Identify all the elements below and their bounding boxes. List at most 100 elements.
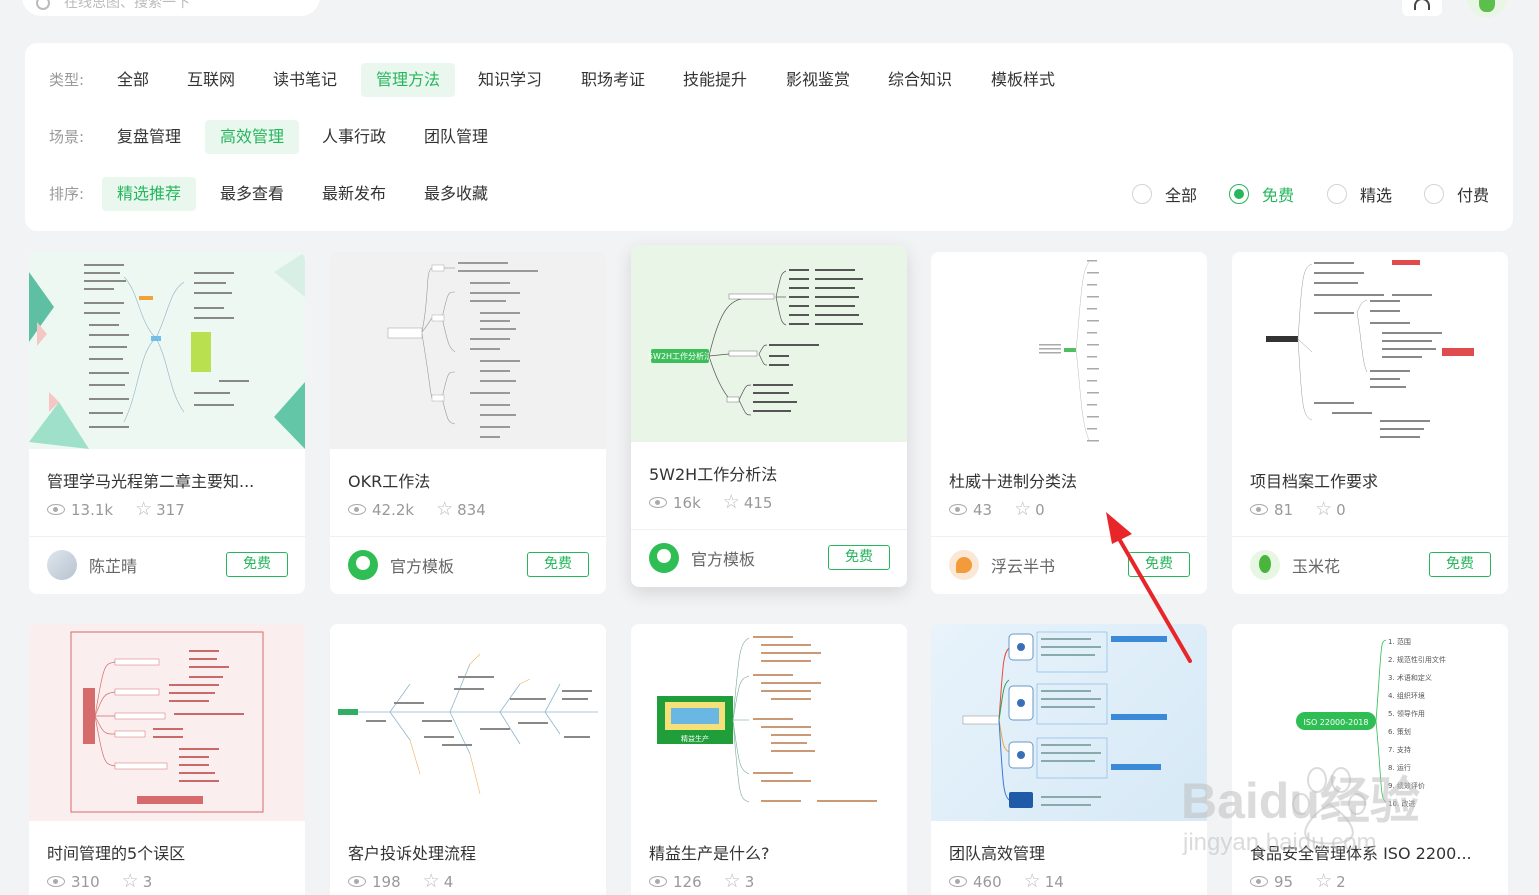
- template-card[interactable]: 客户投诉处理流程 198 ☆ 4: [330, 624, 606, 895]
- sort-chip-featured[interactable]: 精选推荐: [102, 177, 197, 211]
- scene-chip-team[interactable]: 团队管理: [409, 120, 503, 154]
- mindmap-thumbnail: [1232, 252, 1508, 449]
- sort-chip-most-favorited[interactable]: 最多收藏: [409, 177, 503, 211]
- card-title[interactable]: 5W2H工作分析法: [649, 461, 889, 485]
- type-chip-template-style[interactable]: 模板样式: [976, 63, 1070, 97]
- view-count: 42.2k: [372, 500, 415, 519]
- type-chip-management[interactable]: 管理方法: [361, 63, 456, 97]
- card-title[interactable]: 项目档案工作要求: [1250, 468, 1490, 492]
- card-title[interactable]: 团队高效管理: [949, 840, 1189, 864]
- free-badge[interactable]: 免费: [1128, 552, 1190, 577]
- eye-icon: [348, 876, 366, 887]
- card-title[interactable]: 精益生产是什么?: [649, 840, 889, 864]
- card-author[interactable]: 官方模板: [348, 550, 454, 580]
- bell-icon: [1414, 0, 1430, 10]
- free-badge[interactable]: 免费: [226, 552, 288, 577]
- template-card[interactable]: 管理学马光程第二章主要知... 13.1k ☆ 317 陈芷晴 免费: [29, 252, 305, 594]
- radio-circle: [1229, 184, 1249, 204]
- card-stats: 13.1k ☆ 317: [47, 500, 185, 519]
- template-card[interactable]: 杜威十进制分类法 43 ☆ 0 浮云半书 免费: [931, 252, 1207, 594]
- thumb-root-label: 5W2H工作分析法: [648, 351, 712, 361]
- card-stats: 42.2k ☆ 834: [348, 500, 486, 519]
- thumb-item: 7. 支持: [1388, 745, 1411, 754]
- template-card[interactable]: 精益生产 精益生产是什么? 126 ☆ 3: [631, 624, 907, 895]
- author-name: 官方模板: [390, 557, 455, 576]
- scene-chip-efficient[interactable]: 高效管理: [205, 120, 300, 154]
- author-avatar: [649, 543, 679, 573]
- scene-chip-hr[interactable]: 人事行政: [307, 120, 401, 154]
- price-radio-free[interactable]: 免费: [1229, 177, 1294, 211]
- card-title[interactable]: 时间管理的5个误区: [47, 840, 287, 864]
- card-stats: 16k ☆ 415: [649, 493, 772, 512]
- star-icon: ☆: [121, 870, 139, 892]
- card-title[interactable]: 食品安全管理体系 ISO 2200...: [1250, 840, 1490, 864]
- star-count: 2: [1336, 872, 1346, 891]
- type-chip-general[interactable]: 综合知识: [873, 63, 967, 97]
- eye-icon: [1250, 504, 1268, 515]
- author-avatar: [348, 550, 378, 580]
- thumb-root-label: ISO 22000-2018: [1304, 718, 1369, 727]
- radio-label: 精选: [1360, 186, 1393, 205]
- type-chip-workplace-exam[interactable]: 职场考证: [566, 63, 660, 97]
- type-chip-all[interactable]: 全部: [102, 63, 164, 97]
- type-chip-skills[interactable]: 技能提升: [668, 63, 762, 97]
- thumb-item: 10. 改进: [1388, 799, 1415, 808]
- sort-chip-newest[interactable]: 最新发布: [307, 177, 401, 211]
- free-badge[interactable]: 免费: [527, 552, 589, 577]
- type-chip-internet[interactable]: 互联网: [172, 63, 250, 97]
- eye-icon: [47, 504, 65, 515]
- type-chip-film[interactable]: 影视鉴赏: [771, 63, 865, 97]
- star-count: 415: [743, 493, 773, 512]
- user-avatar[interactable]: [1467, 0, 1507, 18]
- star-count: 834: [457, 500, 486, 519]
- view-count: 310: [71, 872, 100, 891]
- author-avatar: [1250, 550, 1280, 580]
- view-count: 43: [973, 500, 993, 519]
- card-title[interactable]: 客户投诉处理流程: [348, 840, 588, 864]
- mindmap-thumbnail: [931, 624, 1207, 821]
- card-stats: 198 ☆ 4: [348, 872, 453, 891]
- template-card[interactable]: OKR工作法 42.2k ☆ 834 官方模板 免费: [330, 252, 606, 594]
- star-icon: ☆: [1315, 498, 1333, 520]
- card-title[interactable]: 杜威十进制分类法: [949, 468, 1189, 492]
- star-icon: ☆: [1014, 498, 1032, 520]
- thumb-item: 8. 运行: [1388, 763, 1411, 772]
- card-stats: 310 ☆ 3: [47, 872, 152, 891]
- scene-chip-review[interactable]: 复盘管理: [102, 120, 196, 154]
- eye-icon: [649, 876, 667, 887]
- card-author[interactable]: 陈芷晴: [47, 550, 137, 580]
- sort-chip-most-viewed[interactable]: 最多查看: [205, 177, 299, 211]
- card-stats: 81 ☆ 0: [1250, 500, 1346, 519]
- star-count: 317: [156, 500, 185, 519]
- template-card[interactable]: ISO 22000-2018 1. 范围 2. 规范性引用文件 3. 术语和定义…: [1232, 624, 1508, 895]
- star-icon: ☆: [1315, 870, 1333, 892]
- mindmap-thumbnail: 5W2H工作分析法: [631, 245, 907, 442]
- author-name: 玉米花: [1292, 557, 1341, 576]
- type-chip-reading-notes[interactable]: 读书笔记: [258, 63, 352, 97]
- template-card[interactable]: 5W2H工作分析法 5W2H工作分析法 16k ☆ 415 官方模板 免费: [631, 245, 907, 587]
- card-author[interactable]: 玉米花: [1250, 550, 1340, 580]
- card-author[interactable]: 官方模板: [649, 543, 755, 573]
- template-card[interactable]: 项目档案工作要求 81 ☆ 0 玉米花 免费: [1232, 252, 1508, 594]
- notification-button[interactable]: [1402, 0, 1442, 16]
- free-badge[interactable]: 免费: [1429, 552, 1491, 577]
- radio-circle: [1424, 184, 1444, 204]
- card-author[interactable]: 浮云半书: [949, 550, 1055, 580]
- price-radio-all[interactable]: 全部: [1132, 177, 1197, 211]
- thumb-item: 2. 规范性引用文件: [1388, 655, 1446, 664]
- search-box[interactable]: 在线思图、搜索一下: [22, 0, 320, 16]
- price-radio-paid[interactable]: 付费: [1424, 177, 1489, 211]
- mindmap-thumbnail: [330, 624, 606, 821]
- template-card[interactable]: 时间管理的5个误区 310 ☆ 3: [29, 624, 305, 895]
- star-icon: ☆: [436, 498, 454, 520]
- card-title[interactable]: 管理学马光程第二章主要知...: [47, 468, 287, 492]
- mindmap-thumbnail: [29, 252, 305, 449]
- free-badge[interactable]: 免费: [828, 545, 890, 570]
- template-card[interactable]: 团队高效管理 460 ☆ 14: [931, 624, 1207, 895]
- radio-label: 付费: [1457, 186, 1490, 205]
- type-chip-knowledge[interactable]: 知识学习: [463, 63, 557, 97]
- card-stats: 126 ☆ 3: [649, 872, 754, 891]
- star-icon: ☆: [422, 870, 440, 892]
- card-title[interactable]: OKR工作法: [348, 468, 588, 492]
- price-radio-featured[interactable]: 精选: [1327, 177, 1392, 211]
